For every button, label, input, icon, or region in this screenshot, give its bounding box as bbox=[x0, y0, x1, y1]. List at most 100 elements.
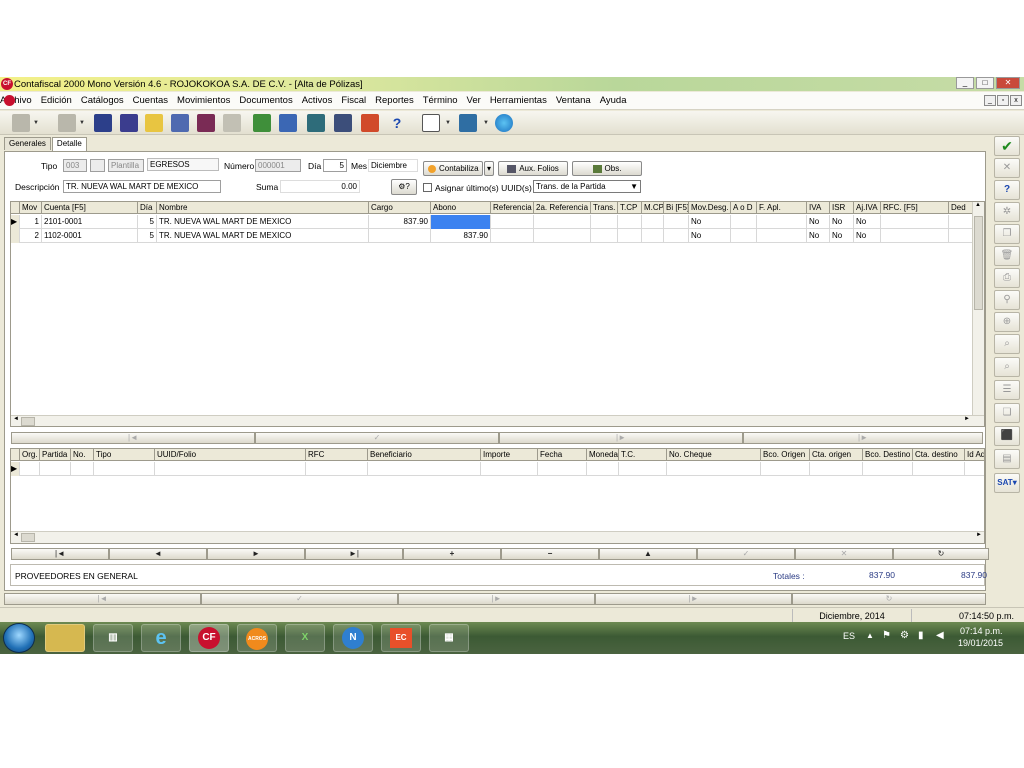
cell-a-o-d[interactable] bbox=[731, 229, 757, 243]
cell-no[interactable] bbox=[71, 462, 94, 476]
col-cta-origen[interactable]: Cta. origen bbox=[810, 449, 863, 461]
table-row[interactable]: ▶ 1 2101-0001 5 TR. NUEVA WAL MART DE ME… bbox=[11, 215, 984, 229]
language-indicator[interactable]: ES bbox=[843, 631, 855, 641]
stamp-icon[interactable]: ⬛ bbox=[994, 426, 1020, 446]
scroll-right-icon[interactable]: ► bbox=[964, 416, 970, 422]
col-trans[interactable]: Trans. bbox=[591, 202, 618, 214]
accept-icon[interactable]: ✔ bbox=[994, 136, 1020, 156]
cell-cta-destino[interactable] bbox=[913, 462, 965, 476]
cell-cargo[interactable]: 837.90 bbox=[369, 215, 431, 229]
mdi-minimize-button[interactable]: _ bbox=[984, 95, 996, 106]
page-icon[interactable] bbox=[422, 114, 440, 132]
col-bco-destino[interactable]: Bco. Destino bbox=[863, 449, 913, 461]
cell-tc[interactable] bbox=[619, 462, 667, 476]
obs-button[interactable]: Obs. bbox=[572, 161, 642, 176]
cell-cuenta[interactable]: 1102-0001 bbox=[42, 229, 138, 243]
cell-isr[interactable]: No bbox=[830, 229, 854, 243]
scroll-left-icon[interactable]: ◄ bbox=[13, 416, 19, 422]
descripcion-field[interactable]: TR. NUEVA WAL MART DE MEXICO bbox=[63, 180, 221, 193]
col-tcp[interactable]: T.CP bbox=[618, 202, 642, 214]
cell-partida[interactable] bbox=[40, 462, 71, 476]
books-icon[interactable] bbox=[197, 114, 215, 132]
cell-2a-referencia[interactable] bbox=[534, 229, 591, 243]
numero-field[interactable]: 000001 bbox=[255, 159, 301, 172]
cell-org[interactable] bbox=[20, 462, 40, 476]
maximize-button[interactable]: □ bbox=[976, 77, 994, 89]
dia-field[interactable]: 5 bbox=[323, 159, 347, 172]
nav-refresh-button[interactable]: ↻ bbox=[893, 548, 989, 560]
pages-icon[interactable]: ❏ bbox=[994, 403, 1020, 423]
cell-cargo[interactable] bbox=[369, 229, 431, 243]
nav-next-button[interactable]: ► bbox=[207, 548, 305, 560]
help-icon[interactable]: ? bbox=[994, 180, 1020, 200]
minimize-button[interactable]: _ bbox=[956, 77, 974, 89]
cell-aj-iva[interactable]: No bbox=[854, 215, 881, 229]
spreadsheet-icon[interactable] bbox=[253, 114, 271, 132]
notebook-icon[interactable] bbox=[145, 114, 163, 132]
cell-iva[interactable]: No bbox=[807, 229, 830, 243]
menu-movimientos[interactable]: Movimientos bbox=[177, 95, 230, 106]
scroll-thumb[interactable] bbox=[974, 216, 983, 310]
chevron-down-icon[interactable]: ▼ bbox=[33, 120, 39, 126]
flag-icon[interactable]: ⚑ bbox=[882, 630, 891, 641]
cell-trans[interactable] bbox=[591, 215, 618, 229]
col-a-o-d[interactable]: A o D bbox=[731, 202, 757, 214]
col-dia[interactable]: Día bbox=[138, 202, 157, 214]
form-nav-refresh-button[interactable]: ↻ bbox=[792, 593, 986, 605]
menu-catalogos[interactable]: Catálogos bbox=[81, 95, 124, 106]
col-mov[interactable]: Mov bbox=[20, 202, 42, 214]
network-icon[interactable]: ⚙ bbox=[900, 630, 909, 641]
col-nombre[interactable]: Nombre bbox=[157, 202, 369, 214]
col-no[interactable]: No. bbox=[71, 449, 94, 461]
col-importe[interactable]: Importe bbox=[481, 449, 538, 461]
col-cuenta[interactable]: Cuenta [F5] bbox=[42, 202, 138, 214]
aux-folios-button[interactable]: Aux. Folios bbox=[498, 161, 568, 176]
plantilla-icon[interactable] bbox=[90, 159, 105, 172]
cell-bco-destino[interactable] bbox=[863, 462, 913, 476]
movements-vscroll[interactable]: ▲ bbox=[972, 202, 984, 416]
plantilla-button[interactable]: Plantilla bbox=[108, 159, 144, 172]
cell-nombre[interactable]: TR. NUEVA WAL MART DE MEXICO bbox=[157, 215, 369, 229]
menu-edicion[interactable]: Edición bbox=[41, 95, 72, 106]
folder-icon[interactable]: ▥ bbox=[93, 624, 133, 652]
menu-fiscal[interactable]: Fiscal bbox=[341, 95, 366, 106]
form-nav-edit-button[interactable]: ✓ bbox=[201, 593, 398, 605]
internet-explorer-icon[interactable] bbox=[495, 114, 513, 132]
tray-expand-icon[interactable]: ▲ bbox=[866, 631, 874, 640]
chevron-down-icon[interactable]: ▼ bbox=[483, 120, 489, 126]
scroll-right-icon[interactable]: ► bbox=[976, 532, 982, 538]
help-icon[interactable]: ? bbox=[388, 114, 406, 132]
cell-rfc[interactable] bbox=[881, 229, 949, 243]
col-org[interactable]: Org. bbox=[20, 449, 40, 461]
clock-date[interactable]: 19/01/2015 bbox=[958, 638, 1003, 648]
scroll-thumb[interactable] bbox=[21, 417, 35, 426]
nav-insert-button[interactable]: |► bbox=[499, 432, 743, 444]
tipo-field[interactable]: 003 bbox=[63, 159, 87, 172]
note-icon[interactable]: ▤ bbox=[994, 449, 1020, 469]
cell-trans[interactable] bbox=[591, 229, 618, 243]
menu-ver[interactable]: Ver bbox=[467, 95, 481, 106]
cell-abono[interactable]: 837.90 bbox=[431, 229, 491, 243]
sat-icon[interactable]: SAT▾ bbox=[994, 473, 1020, 493]
insert-icon[interactable]: ⊕ bbox=[994, 312, 1020, 332]
mdi-restore-button[interactable]: ▫ bbox=[997, 95, 1009, 106]
menu-ayuda[interactable]: Ayuda bbox=[600, 95, 627, 106]
col-id-ad[interactable]: Id Ad bbox=[965, 449, 984, 461]
cell-tcp[interactable] bbox=[618, 215, 642, 229]
col-rfc[interactable]: RFC. [F5] bbox=[881, 202, 949, 214]
col-referencia[interactable]: Referencia bbox=[491, 202, 534, 214]
cell-cta-origen[interactable] bbox=[810, 462, 863, 476]
cell-bi[interactable] bbox=[664, 229, 689, 243]
col-cta-destino[interactable]: Cta. destino bbox=[913, 449, 965, 461]
cell-2a-referencia[interactable] bbox=[534, 215, 591, 229]
gear-icon[interactable]: ✲ bbox=[994, 202, 1020, 222]
menu-reportes[interactable]: Reportes bbox=[375, 95, 414, 106]
form-nav-last-button[interactable]: |► bbox=[595, 593, 792, 605]
cell-referencia[interactable] bbox=[491, 215, 534, 229]
col-mcp[interactable]: M.CP bbox=[642, 202, 664, 214]
clock-time[interactable]: 07:14 p.m. bbox=[960, 626, 1003, 636]
nav-last-button[interactable]: ►| bbox=[305, 548, 403, 560]
print-icon[interactable]: ⎙ bbox=[994, 268, 1020, 288]
cell-abono-selected[interactable] bbox=[431, 215, 491, 229]
internet-explorer-icon[interactable]: e bbox=[141, 624, 181, 652]
